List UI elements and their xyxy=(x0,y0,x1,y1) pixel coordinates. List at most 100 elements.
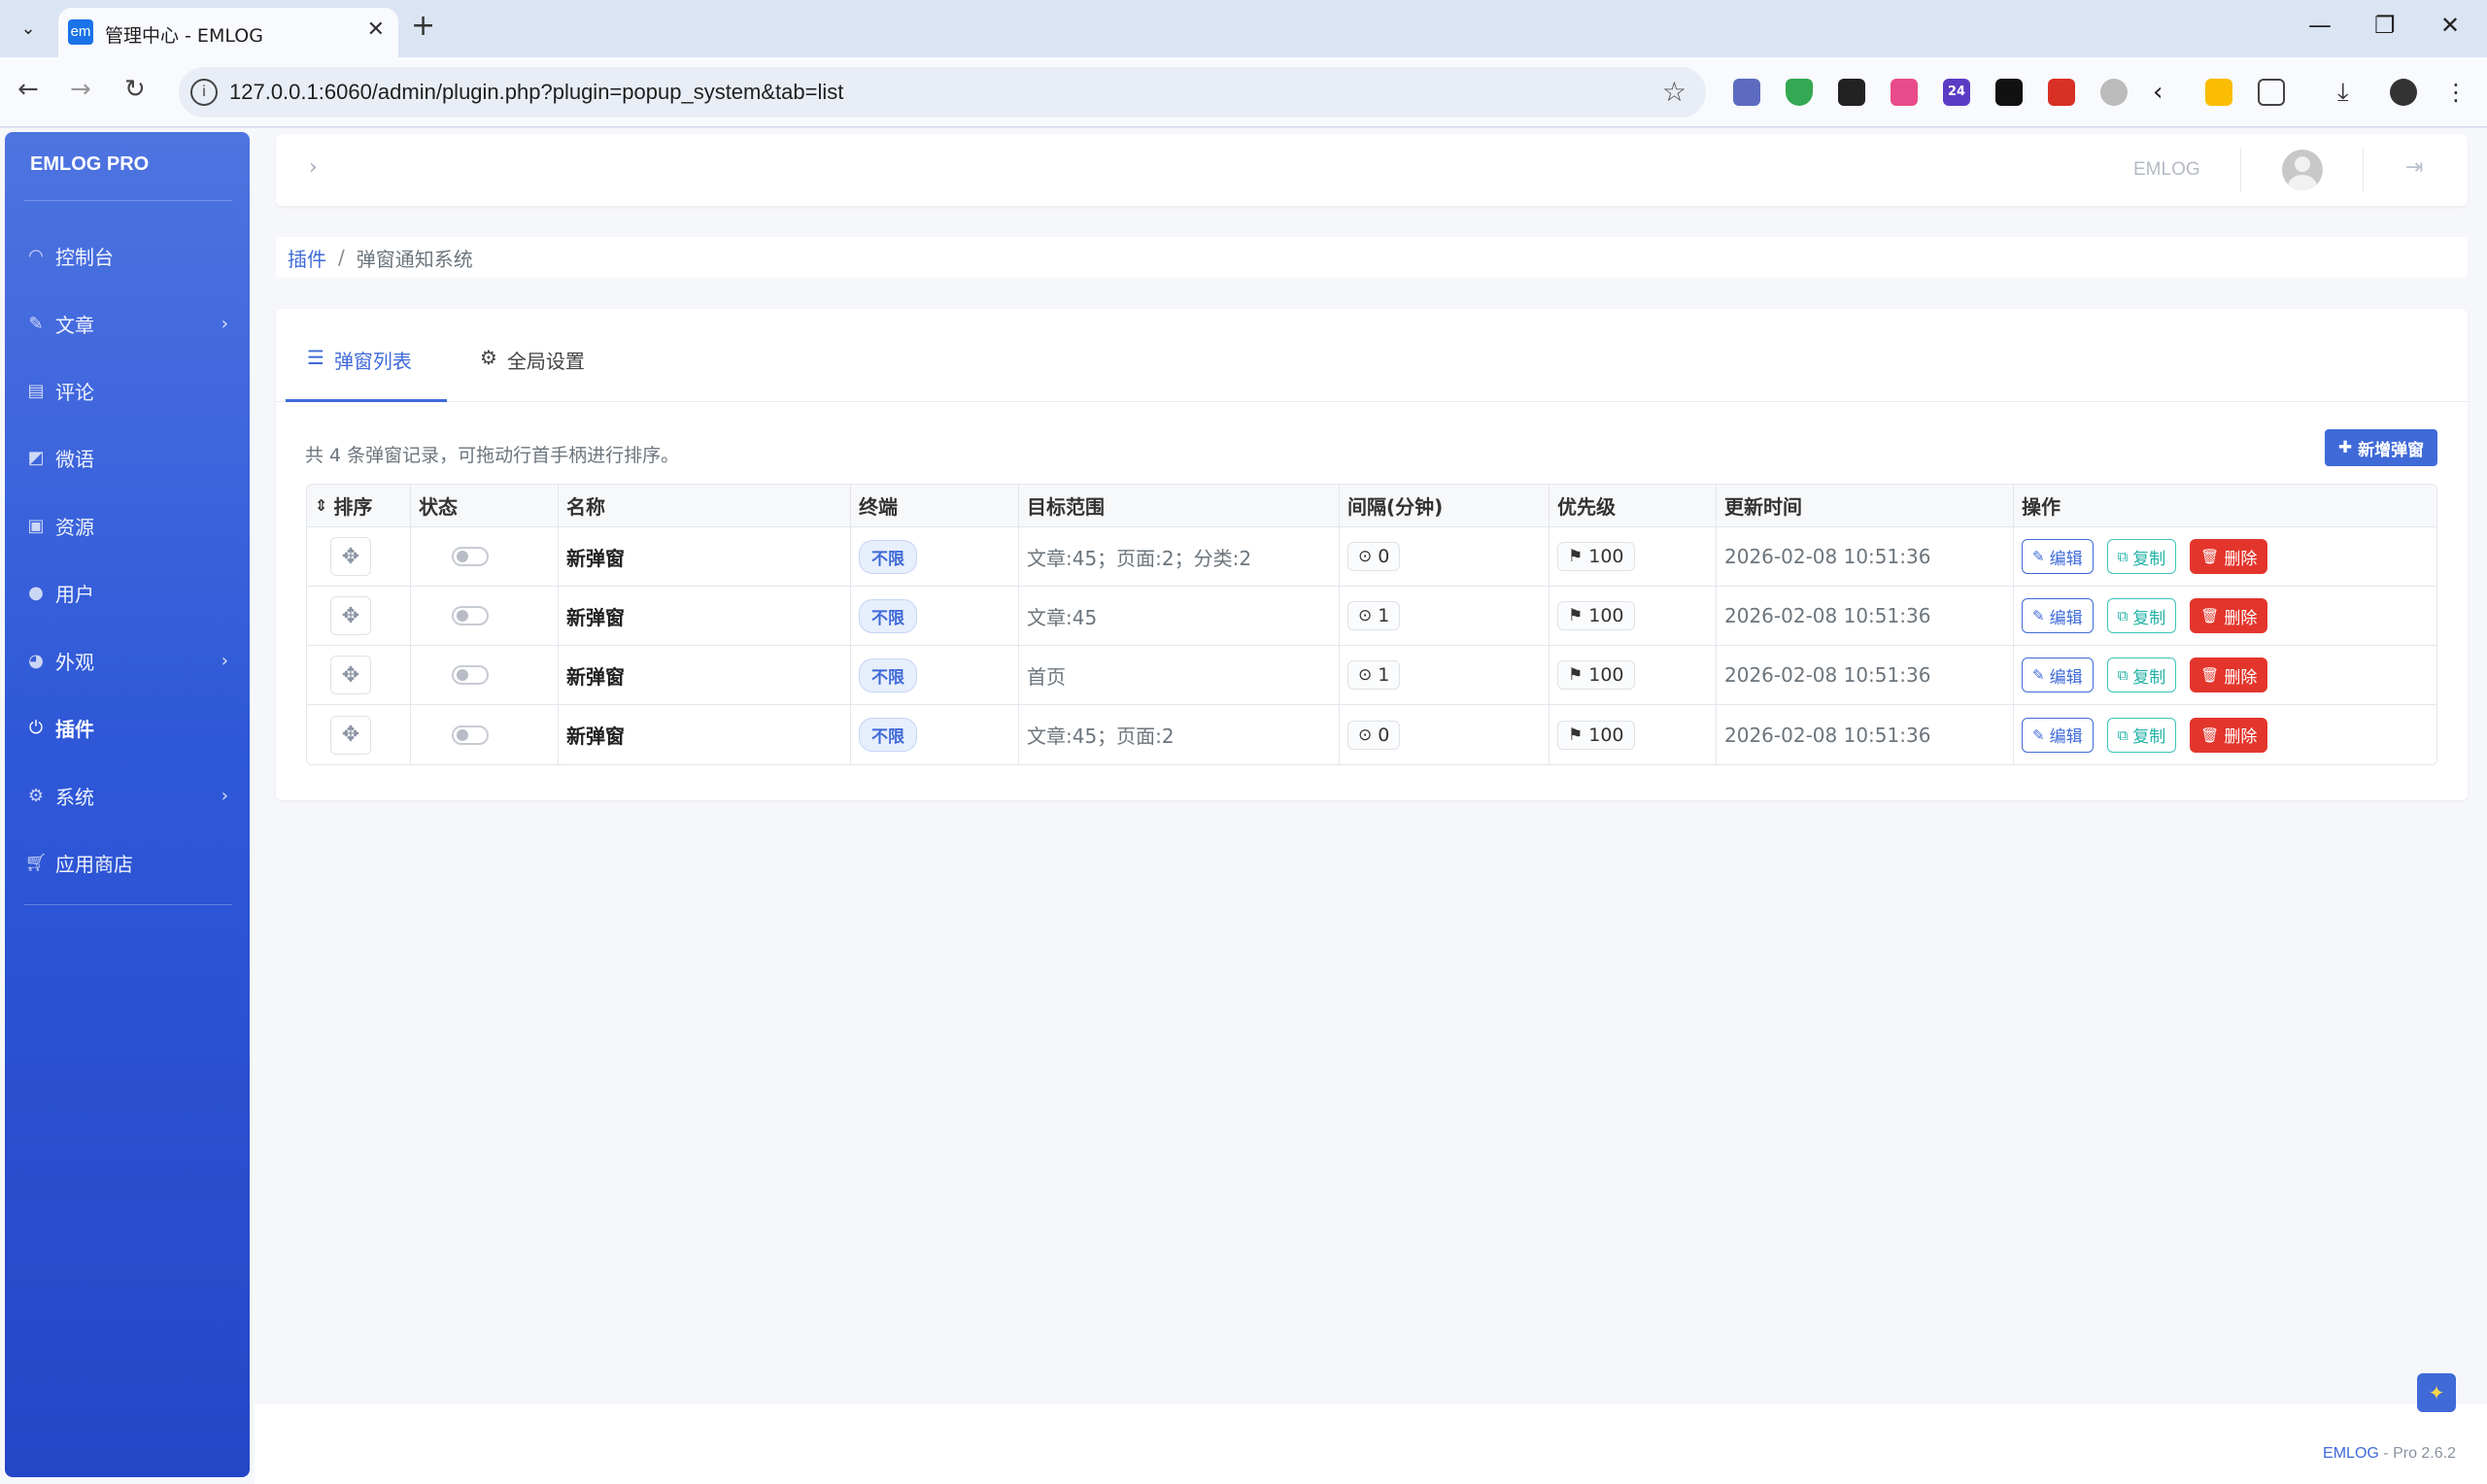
sidebar-item-app-store[interactable]: 🛒︎ 应用商店 xyxy=(24,843,238,882)
extension-arrow-icon[interactable]: ‹ xyxy=(2153,79,2180,106)
extension-play-icon[interactable] xyxy=(2048,79,2075,106)
url-text[interactable]: 127.0.0.1:6060/admin/plugin.php?plugin=p… xyxy=(229,80,843,105)
delete-button[interactable]: 🗑︎ 删除 xyxy=(2190,539,2268,574)
sidebar-item-label: 微语 xyxy=(55,447,94,471)
sidebar-item-resources[interactable]: ▣ 资源 xyxy=(24,506,238,545)
site-info-icon[interactable]: i xyxy=(190,79,218,106)
extension-glasses-icon[interactable] xyxy=(1838,79,1865,106)
drag-handle-icon[interactable]: ✥ xyxy=(330,596,371,635)
edit-button[interactable]: ✎ 编辑 xyxy=(2022,658,2094,692)
interval-pill: ⊙ 0 xyxy=(1347,720,1401,750)
sidebar-item-label: 控制台 xyxy=(55,245,114,269)
status-toggle[interactable] xyxy=(452,725,489,745)
extension-shield-icon[interactable] xyxy=(1786,79,1813,106)
header-interval: 间隔(分钟) xyxy=(1340,485,1550,526)
trash-icon: 🗑︎ xyxy=(2200,607,2220,624)
reload-icon[interactable]: ↻ xyxy=(124,75,146,104)
chevron-right-icon: › xyxy=(221,313,228,334)
extension-circle-icon[interactable] xyxy=(2100,79,2128,106)
delete-button[interactable]: 🗑︎ 删除 xyxy=(2190,658,2268,692)
breadcrumb-separator: / xyxy=(338,246,345,269)
copy-label: 复制 xyxy=(2132,667,2166,688)
trash-icon: 🗑︎ xyxy=(2200,666,2220,684)
bookmark-star-icon[interactable]: ☆ xyxy=(1662,76,1686,108)
copy-button[interactable]: ⧉ 复制 xyxy=(2106,658,2177,692)
avatar[interactable] xyxy=(2282,150,2323,190)
sidebar-toggle-chevron-icon[interactable]: › xyxy=(309,155,318,180)
ai-assistant-sparkle-icon[interactable]: ✦ xyxy=(2417,1373,2456,1412)
browser-tab[interactable]: em 管理中心 - EMLOG ✕ xyxy=(58,8,398,57)
interval-value: 1 xyxy=(1378,664,1390,686)
download-icon[interactable]: ⤓ xyxy=(2337,79,2365,106)
delete-button[interactable]: 🗑︎ 删除 xyxy=(2190,717,2268,753)
header-terminal: 终端 xyxy=(851,485,1019,526)
tab-close-icon[interactable]: ✕ xyxy=(367,17,385,42)
topbar-divider xyxy=(2363,148,2364,192)
sidebar-brand[interactable]: EMLOG PRO xyxy=(30,153,149,176)
sidebar-item-articles[interactable]: ✎ 文章 › xyxy=(24,304,238,343)
sidebar-item-plugins[interactable]: ⏻ 插件 xyxy=(24,708,238,747)
sidebar-item-dashboard[interactable]: ◠ 控制台 xyxy=(24,236,238,275)
tab-search-chevron-icon[interactable]: ⌄ xyxy=(13,13,44,44)
tab-title: 管理中心 - EMLOG xyxy=(105,25,263,47)
delete-label: 删除 xyxy=(2224,608,2258,628)
extension-grid-icon[interactable] xyxy=(1733,79,1760,106)
edit-button[interactable]: ✎ 编辑 xyxy=(2022,539,2094,574)
window-close-icon[interactable]: ✕ xyxy=(2440,12,2460,39)
back-icon[interactable]: ← xyxy=(17,75,39,104)
sidebar-item-users[interactable]: ● 用户 xyxy=(24,573,238,612)
edit-button[interactable]: ✎ 编辑 xyxy=(2022,717,2094,753)
minimize-icon[interactable]: — xyxy=(2308,12,2332,39)
clock-icon: ⊙ xyxy=(1358,606,1373,625)
header-target: 目标范围 xyxy=(1019,485,1340,526)
header-sort[interactable]: ⇕ 排序 xyxy=(307,485,411,526)
drag-handle-icon[interactable]: ✥ xyxy=(330,537,371,576)
edit-label: 编辑 xyxy=(2049,667,2083,688)
status-toggle[interactable] xyxy=(452,547,489,566)
forward-icon[interactable]: → xyxy=(70,75,91,104)
copy-button[interactable]: ⧉ 复制 xyxy=(2106,598,2177,633)
sidebar-item-notes[interactable]: ◩ 微语 xyxy=(24,438,238,477)
edit-button[interactable]: ✎ 编辑 xyxy=(2022,598,2094,633)
sidebar-item-label: 应用商店 xyxy=(55,852,133,876)
sidebar-item-label: 用户 xyxy=(55,582,94,606)
extension-translate-icon[interactable] xyxy=(1891,79,1918,106)
drag-handle-icon[interactable]: ✥ xyxy=(330,715,371,755)
profile-avatar-icon[interactable] xyxy=(2390,79,2417,106)
address-bar[interactable]: i 127.0.0.1:6060/admin/plugin.php?plugin… xyxy=(179,67,1706,118)
add-popup-button[interactable]: ✚ 新增弹窗 xyxy=(2325,429,2437,466)
popup-list-card: ☰ 弹窗列表 ⚙ 全局设置 共 4 条弹窗记录，可拖动行首手柄进行排序。 ✚ 新… xyxy=(276,309,2468,800)
status-toggle[interactable] xyxy=(452,606,489,625)
image-icon: ▣ xyxy=(27,515,45,536)
sidebar-item-comments[interactable]: ▤ 评论 xyxy=(24,371,238,410)
new-tab-icon[interactable]: + xyxy=(411,12,435,41)
site-name-link[interactable]: EMLOG xyxy=(2133,159,2200,181)
priority-pill: ⚑ 100 xyxy=(1557,601,1635,630)
delete-button[interactable]: 🗑︎ 删除 xyxy=(2190,598,2268,633)
sidebar-item-system[interactable]: ⚙ 系统 › xyxy=(24,776,238,815)
restore-icon[interactable]: ❐ xyxy=(2374,12,2396,39)
browser-menu-icon[interactable]: ⋮ xyxy=(2442,79,2470,106)
tab-global-settings[interactable]: ⚙ 全局设置 xyxy=(468,346,614,402)
drag-handle-icon[interactable]: ✥ xyxy=(330,656,371,694)
copy-button[interactable]: ⧉ 复制 xyxy=(2106,539,2177,574)
topbar-divider xyxy=(2240,148,2241,192)
sidebar-item-appearance[interactable]: ◕ 外观 › xyxy=(24,641,238,680)
breadcrumb-plugins-link[interactable]: 插件 xyxy=(288,244,326,272)
extension-chart-icon[interactable] xyxy=(1995,79,2023,106)
header-name: 名称 xyxy=(559,485,851,526)
popup-name: 新弹窗 xyxy=(566,664,625,689)
status-toggle[interactable] xyxy=(452,665,489,685)
logout-icon[interactable]: ⇥ xyxy=(2405,155,2423,180)
extension-yellow-icon[interactable] xyxy=(2205,79,2232,106)
delete-label: 删除 xyxy=(2224,549,2258,569)
tab-popup-list[interactable]: ☰ 弹窗列表 xyxy=(286,346,447,402)
admin-page: EMLOG PRO ◠ 控制台 ✎ 文章 › ▤ 评论 ◩ 微语 ▣ 资源 ● … xyxy=(0,128,2487,1484)
chevron-right-icon: › xyxy=(221,650,228,671)
extension-badge-icon[interactable]: 24 xyxy=(1943,79,1970,106)
copy-button[interactable]: ⧉ 复制 xyxy=(2106,717,2177,753)
extensions-puzzle-icon[interactable] xyxy=(2258,79,2285,106)
footer-brand-link[interactable]: EMLOG xyxy=(2323,1445,2379,1462)
footer-version: - Pro 2.6.2 xyxy=(2378,1445,2456,1462)
table-row: ✥ 新弹窗 不限 文章:45；页面:2 ⊙ 0 ⚑ 100 2026-02-08 1… xyxy=(307,705,2436,764)
